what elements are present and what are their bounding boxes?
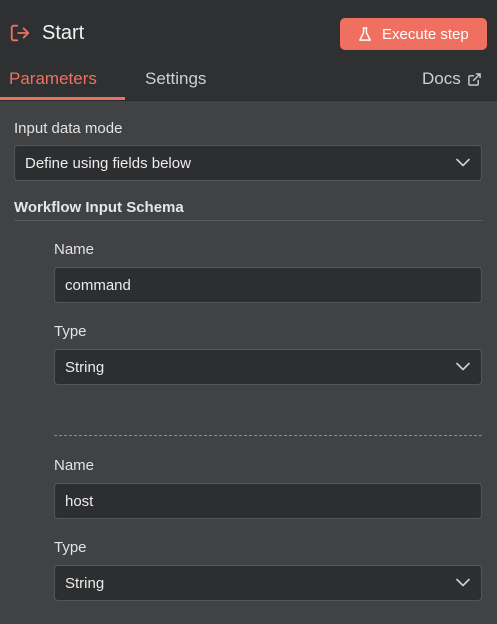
tab-parameters[interactable]: Parameters: [9, 68, 97, 90]
sign-in-icon: [10, 24, 30, 42]
panel-header: Start Execute step: [0, 0, 497, 66]
flask-icon: [359, 26, 371, 41]
input-mode-select[interactable]: Define using fields below: [14, 145, 482, 181]
execute-step-button[interactable]: Execute step: [340, 18, 487, 50]
node-title: Start: [42, 22, 85, 44]
field-name-value: host: [65, 492, 94, 510]
chevron-down-icon: [456, 158, 470, 167]
schema-title: Workflow Input Schema: [14, 199, 184, 216]
field-name-input[interactable]: command: [54, 267, 482, 303]
tab-docs[interactable]: Docs: [422, 68, 481, 90]
field-type-select[interactable]: String: [54, 349, 482, 385]
tab-active-indicator: [0, 97, 125, 100]
field-name-input[interactable]: host: [54, 483, 482, 519]
field-type-label: Type: [54, 323, 87, 340]
external-link-icon: [467, 72, 481, 86]
tab-docs-label: Docs: [422, 69, 461, 88]
field-type-value: String: [65, 358, 105, 376]
chevron-down-icon: [456, 362, 470, 371]
section-divider: [14, 220, 483, 221]
input-mode-value: Define using fields below: [25, 154, 191, 172]
execute-step-label: Execute step: [382, 25, 469, 43]
tab-bar: Parameters Settings Docs: [0, 66, 497, 101]
field-name-label: Name: [54, 457, 95, 474]
field-type-select[interactable]: String: [54, 565, 482, 601]
field-separator: [54, 435, 482, 436]
input-mode-label: Input data mode: [14, 120, 123, 137]
field-type-value: String: [65, 574, 105, 592]
tab-settings[interactable]: Settings: [145, 68, 206, 90]
node-parameters-panel: Start Execute step Parameters Settings D…: [0, 0, 497, 624]
chevron-down-icon: [456, 578, 470, 587]
field-name-label: Name: [54, 241, 95, 258]
field-name-value: command: [65, 276, 131, 294]
field-type-label: Type: [54, 539, 87, 556]
